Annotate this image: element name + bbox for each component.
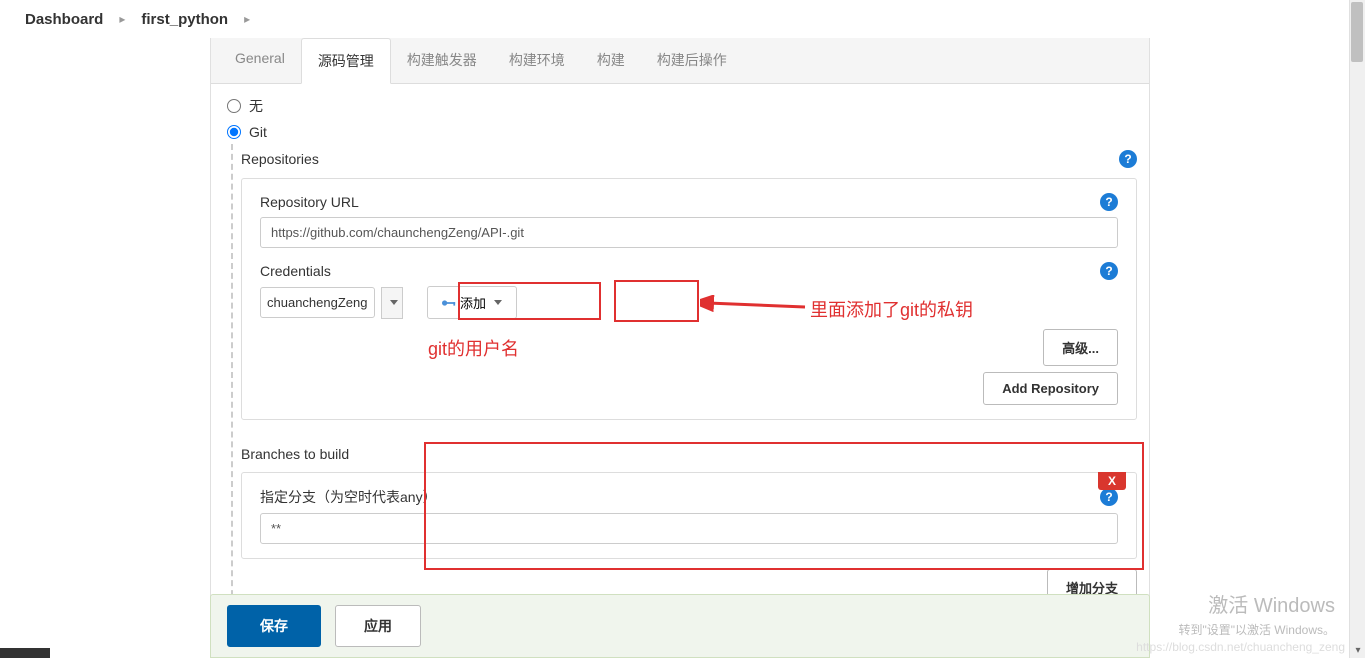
delete-branch-button[interactable]: X [1098,472,1126,490]
scm-git-row[interactable]: Git [227,120,1137,144]
branch-spec-input[interactable] [260,513,1118,544]
watermark-url: https://blog.csdn.net/chuancheng_zeng [1136,640,1345,654]
repo-url-input[interactable] [260,217,1118,248]
scroll-thumb[interactable] [1351,2,1363,62]
scrollbar[interactable]: ▴ ▾ [1349,0,1365,658]
tab-build[interactable]: 构建 [581,38,641,83]
breadcrumb: Dashboard ▸ first_python ▸ [0,0,1365,38]
repository-block: Repository URL ? Credentials ? 添加 [241,178,1137,420]
credentials-select[interactable] [260,287,375,318]
scm-content: 无 Git Repositories ? Repository URL ? Cr… [211,84,1149,618]
chevron-down-icon [390,300,398,305]
add-repository-button[interactable]: Add Repository [983,372,1118,405]
save-button[interactable]: 保存 [227,605,321,647]
config-panel: General 源码管理 构建触发器 构建环境 构建 构建后操作 无 Git R… [210,38,1150,619]
breadcrumb-dashboard[interactable]: Dashboard [25,11,103,28]
branches-block: X 指定分支（为空时代表any） ? [241,472,1137,559]
radio-git-label: Git [249,124,267,140]
help-icon[interactable]: ? [1119,150,1137,168]
help-icon[interactable]: ? [1100,488,1118,506]
shadow-bar [0,648,50,658]
repo-url-label: Repository URL [260,194,359,210]
radio-none-label: 无 [249,96,263,116]
tab-general[interactable]: General [219,38,301,83]
tab-bar: General 源码管理 构建触发器 构建环境 构建 构建后操作 [211,38,1149,84]
tab-scm[interactable]: 源码管理 [301,38,391,84]
breadcrumb-project[interactable]: first_python [141,11,228,28]
repositories-title: Repositories [241,151,319,167]
credentials-dropdown-button[interactable] [381,287,403,319]
radio-none[interactable] [227,99,241,113]
tab-env[interactable]: 构建环境 [493,38,581,83]
watermark-title: 激活 Windows [1208,589,1335,618]
key-icon [442,299,456,307]
add-credentials-button[interactable]: 添加 [427,286,517,319]
help-icon[interactable]: ? [1100,193,1118,211]
scroll-down-icon[interactable]: ▾ [1350,642,1365,658]
action-bar: 保存 应用 [210,594,1150,658]
scm-none-row[interactable]: 无 [227,92,1137,120]
repositories-header: Repositories ? [241,144,1137,174]
radio-git[interactable] [227,125,241,139]
watermark-sub: 转到"设置"以激活 Windows。 [1178,621,1335,638]
apply-button[interactable]: 应用 [335,605,421,647]
credentials-label: Credentials [260,263,331,279]
chevron-down-icon [494,300,502,305]
tab-triggers[interactable]: 构建触发器 [391,38,493,83]
advanced-button[interactable]: 高级... [1043,329,1118,366]
branches-header: Branches to build [241,440,1137,468]
tab-postbuild[interactable]: 构建后操作 [641,38,743,83]
chevron-right-icon: ▸ [244,12,250,26]
branches-title: Branches to build [241,446,349,462]
branch-spec-label: 指定分支（为空时代表any） [260,487,437,507]
chevron-right-icon: ▸ [119,12,125,26]
help-icon[interactable]: ? [1100,262,1118,280]
